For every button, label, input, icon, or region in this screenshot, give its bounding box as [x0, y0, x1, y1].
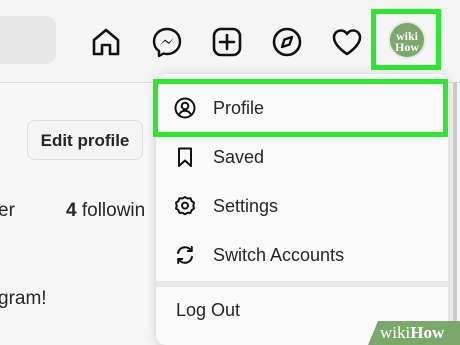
bookmark-icon — [174, 146, 196, 168]
avatar-text-how: How — [395, 40, 419, 54]
menu-item-label: Switch Accounts — [213, 245, 345, 265]
following-count: 4 — [66, 200, 77, 221]
following-label: followin — [81, 200, 146, 221]
menu-item-saved[interactable]: Saved — [156, 135, 448, 179]
watermark-wiki: wiki — [380, 323, 411, 342]
scrollbar[interactable] — [453, 82, 457, 322]
menu-item-settings[interactable]: Settings — [156, 184, 448, 228]
following-stat[interactable]: 4 followin — [66, 200, 145, 222]
home-icon[interactable] — [90, 26, 122, 58]
followers-stat[interactable]: er — [0, 200, 15, 222]
settings-icon — [174, 195, 196, 217]
activity-heart-icon[interactable] — [331, 26, 363, 58]
wikihow-watermark: wikiHow — [368, 321, 460, 345]
explore-icon[interactable] — [271, 26, 303, 58]
watermark-how: How — [410, 323, 445, 342]
switch-accounts-icon — [174, 244, 196, 266]
menu-item-label: Settings — [213, 196, 279, 216]
menu-item-switch-accounts[interactable]: Switch Accounts — [156, 233, 448, 277]
menu-divider — [156, 281, 448, 287]
new-post-icon[interactable] — [211, 26, 243, 58]
edit-profile-button[interactable]: Edit profile — [27, 120, 143, 160]
profile-bio: gram! — [0, 288, 47, 309]
profile-highlight — [153, 79, 448, 137]
search-input[interactable] — [0, 16, 56, 64]
avatar[interactable]: wiki How — [388, 21, 426, 59]
menu-item-label: Saved — [213, 147, 265, 167]
messenger-icon[interactable] — [151, 26, 183, 58]
menu-item-label: Log Out — [176, 300, 241, 320]
